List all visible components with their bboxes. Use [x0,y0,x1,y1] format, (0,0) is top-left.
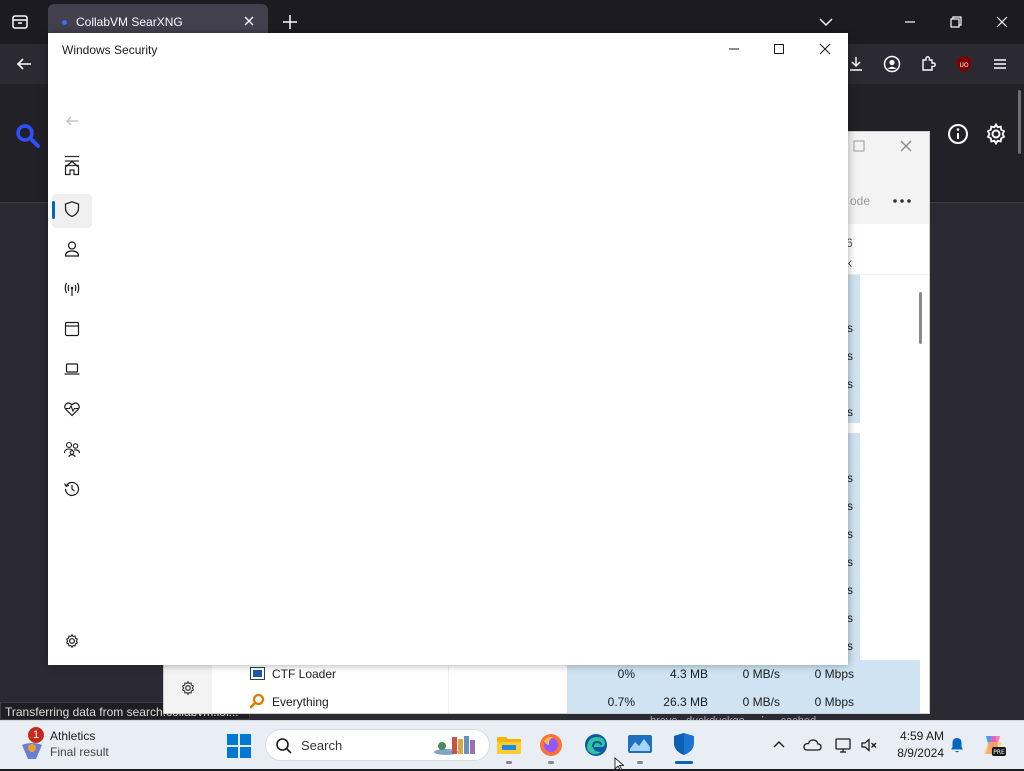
search-highlight-books-icon [432,734,482,758]
show-hidden-icons-chevron-up-icon[interactable] [770,736,788,754]
network-value: 0 Mbps [814,667,854,681]
tm-settings-gear-icon[interactable] [180,680,196,696]
efficiency-mode-label[interactable]: ode [850,194,870,208]
tab-favicon-icon [62,20,67,25]
browser-close-icon[interactable] [992,12,1012,32]
clock-date[interactable]: 8/9/2024 [884,746,944,760]
cpu-value: 0.7% [607,695,635,709]
taskbar-search-box[interactable]: Search [265,729,490,761]
info-icon[interactable] [946,122,970,146]
svg-text:PRE: PRE [993,749,1005,756]
file-explorer-folder-icon[interactable] [496,733,522,757]
hamburger-menu-icon[interactable] [990,54,1010,74]
widget-subtitle: Final result [50,745,109,759]
preferences-gear-icon[interactable] [984,122,1008,146]
copilot-pre-icon[interactable]: PRE [980,732,1006,758]
taskbar: 1 Athletics Final result Search 4:59 AM … [0,720,1024,769]
tab-close-icon[interactable] [240,12,258,30]
start-windows-icon[interactable] [226,733,252,759]
memory-value: 4.3 MB [669,667,708,681]
account-icon[interactable] [882,54,902,74]
browser-minimize-icon[interactable] [900,12,920,32]
firefox-icon[interactable] [539,733,563,757]
disk-value: 0 MB/s [742,667,780,681]
edge-icon[interactable] [584,733,608,757]
downloads-icon[interactable] [846,54,866,74]
everything-search-icon [249,693,265,709]
ws-close-icon[interactable] [815,39,835,59]
app-active-indicator [675,761,693,764]
network-display-icon[interactable] [834,736,852,754]
notification-badge: 1 [28,727,44,743]
tm-scrollbar[interactable] [919,292,922,344]
tab-title: CollabVM SearXNG [76,15,183,29]
mouse-cursor-icon [614,757,624,771]
nav-active-highlight [52,194,92,228]
searxng-magnifier-icon[interactable] [14,122,42,150]
search-placeholder: Search [301,738,343,753]
weather-widget[interactable]: 1 Athletics Final result [18,727,118,763]
network-value: 0 Mbps [814,695,854,709]
nav-active-indicator [52,201,55,219]
ws-maximize-icon[interactable] [769,39,789,59]
ublock-origin-icon[interactable]: UO [954,54,974,74]
hamburger-menu-icon[interactable] [60,149,84,173]
process-name: Everything [272,695,329,709]
cpu-value: 0% [617,667,635,681]
process-name: CTF Loader [272,667,337,681]
app-running-indicator [506,761,512,764]
table-row[interactable]: Everything 0.7% 26.3 MB 0 MB/s 0 Mbps [212,688,920,713]
tm-maximize-icon[interactable] [852,139,866,153]
network-column-top: s s s s [847,275,860,423]
search-icon [275,737,293,755]
more-options-icon[interactable] [892,198,912,204]
task-manager-icon[interactable] [627,733,653,757]
back-arrow-icon[interactable] [14,54,34,74]
new-tab-icon[interactable] [280,12,300,32]
page-scrollbar[interactable] [1018,90,1021,154]
notification-bell-icon[interactable] [948,736,966,754]
tab-list-icon[interactable] [10,12,30,32]
list-all-tabs-chevron-down-icon[interactable] [816,12,836,32]
widget-title: Athletics [50,729,96,743]
volume-muted-icon[interactable] [860,736,878,754]
app-running-indicator [637,761,643,764]
onedrive-cloud-icon[interactable] [802,736,822,754]
app-running-indicator [548,761,554,764]
clock-time[interactable]: 4:59 AM [884,729,944,743]
memory-value: 26.3 MB [663,695,708,709]
windows-security-window: Windows Security [48,33,848,665]
windows-security-shield-icon[interactable] [671,731,697,757]
tm-close-icon[interactable] [898,138,914,154]
ws-navigation-pane [48,65,99,665]
window-title: Windows Security [62,43,158,57]
back-arrow-icon[interactable] [60,109,84,133]
extensions-puzzle-icon[interactable] [918,54,938,74]
ctf-loader-icon [250,667,265,680]
browser-restore-icon[interactable] [946,12,966,32]
disk-value: 0 MB/s [742,695,780,709]
ws-minimize-icon[interactable] [724,39,744,59]
ws-content-area [98,65,848,665]
svg-text:UO: UO [959,62,968,69]
network-column-mid: s s s s s s s [847,433,860,667]
